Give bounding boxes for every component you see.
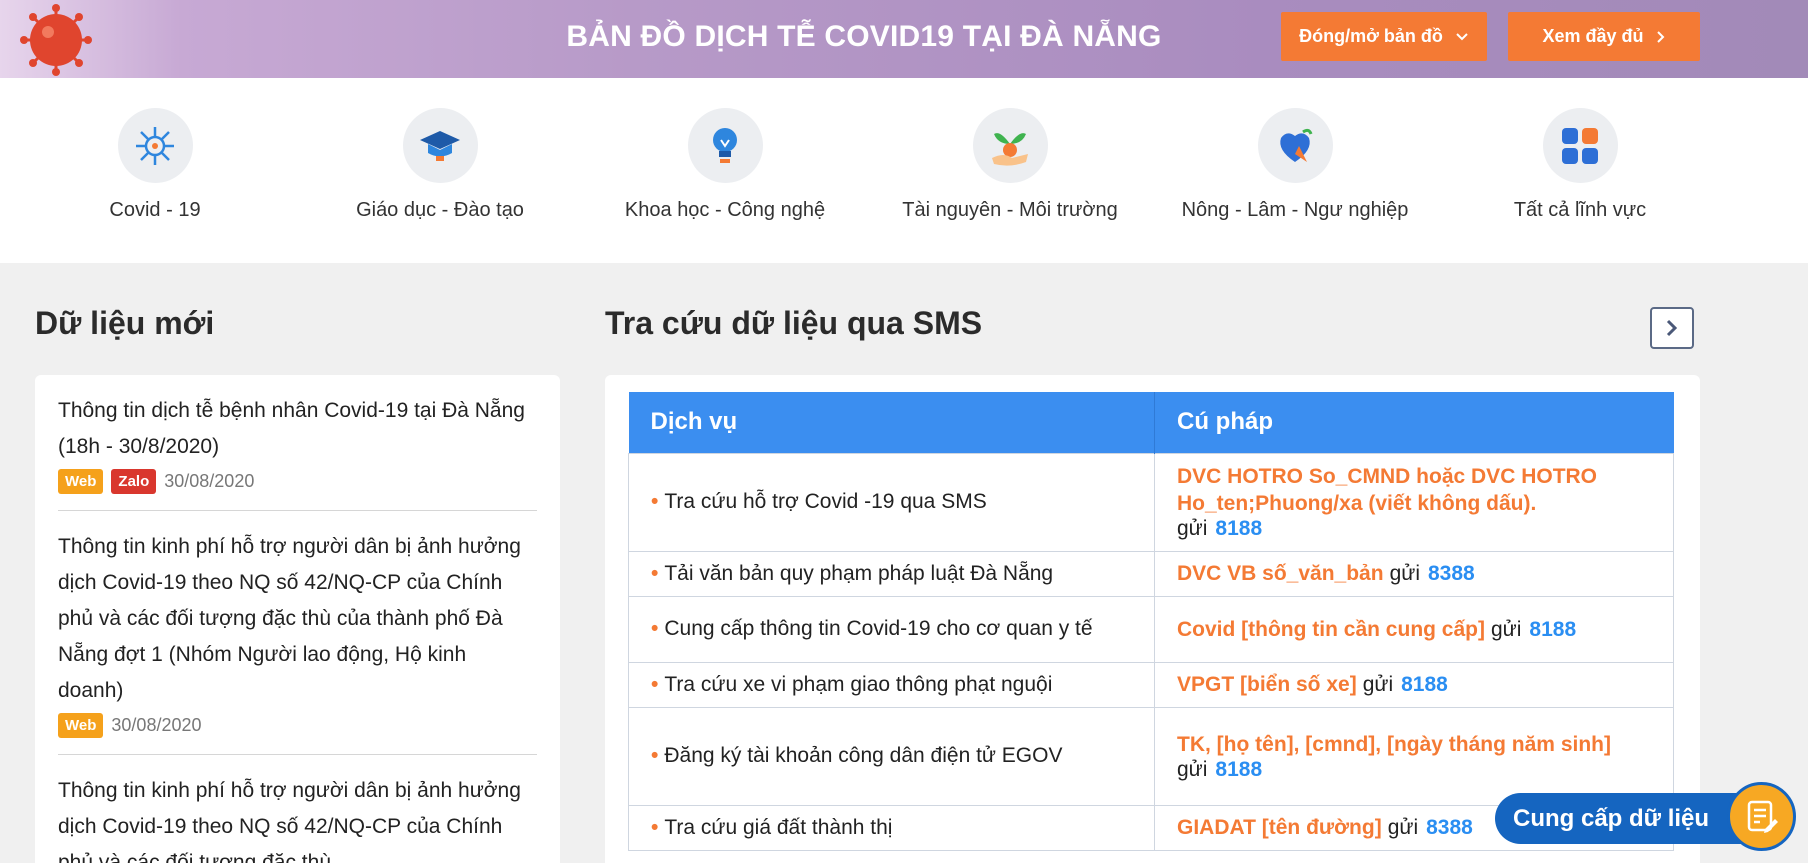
column-header-syntax: Cú pháp [1154, 392, 1674, 453]
column-header-service: Dịch vụ [628, 392, 1155, 453]
syntax-text: GIADAT [tên đường] [1177, 816, 1382, 839]
view-full-label: Xem đầy đủ [1542, 26, 1644, 46]
service-name: Tải văn bản quy phạm pháp luật Đà Nẵng [664, 561, 1054, 585]
news-title[interactable]: Thông tin kinh phí hỗ trợ người dân bị ả… [58, 529, 537, 709]
toggle-map-button[interactable]: Đóng/mở bản đồ [1281, 12, 1487, 61]
category-label: Tài nguyên - Môi trường [902, 199, 1118, 221]
service-name: Tra cứu xe vi phạm giao thông phạt nguội [664, 672, 1053, 696]
plant-hand-icon [972, 108, 1048, 183]
category-covid[interactable]: Covid - 19 [25, 108, 285, 222]
view-full-button[interactable]: Xem đầy đủ [1508, 12, 1700, 61]
news-title[interactable]: Thông tin dịch tễ bệnh nhân Covid-19 tại… [58, 393, 537, 465]
syntax-text: VPGT [biển số xe] [1177, 673, 1357, 696]
bullet-icon: • [651, 815, 659, 839]
list-item[interactable]: Thông tin kinh phí hỗ trợ người dân bị ả… [58, 773, 537, 863]
agriculture-icon [1257, 108, 1333, 183]
sms-table: Dịch vụ Cú pháp • Tra cứu hỗ trợ Covid -1… [628, 392, 1674, 851]
sms-number: 8188 [1215, 517, 1263, 540]
bullet-icon: • [651, 561, 659, 585]
new-data-heading: Dữ liệu mới [35, 305, 215, 341]
category-label: Giáo dục - Đào tạo [356, 199, 524, 221]
category-all[interactable]: Tất cả lĩnh vực [1450, 108, 1710, 222]
syntax-text: DVC HOTRO So_CMND hoặc DVC HOTRO Ho_ten;… [1177, 465, 1598, 515]
send-word: gửi [1389, 562, 1420, 585]
tag-zalo: Zalo [111, 469, 157, 494]
sms-number: 8188 [1401, 673, 1448, 696]
send-word: gửi [1491, 617, 1522, 641]
provide-data-label: Cung cấp dữ liệu [1513, 805, 1710, 832]
sms-heading: Tra cứu dữ liệu qua SMS [605, 305, 983, 341]
virus-icon [117, 108, 193, 183]
category-bar: Covid - 19 Giáo dục - Đào tạo Khoa học -… [0, 78, 1808, 263]
bullet-icon: • [651, 672, 659, 696]
service-name: Cung cấp thông tin Covid-19 cho cơ quan … [664, 617, 1093, 640]
news-date: 30/08/2020 [111, 715, 202, 735]
category-education[interactable]: Giáo dục - Đào tạo [310, 108, 570, 222]
tag-web: Web [58, 469, 104, 494]
table-row: • Tra cứu hỗ trợ Covid -19 qua SMS DVC HO… [628, 452, 1674, 552]
category-label: Nông - Lâm - Ngư nghiệp [1181, 199, 1409, 221]
list-item[interactable]: Thông tin dịch tễ bệnh nhân Covid-19 tại… [58, 393, 537, 511]
table-row: • Đăng ký tài khoản công dân điện tử EGOV… [628, 706, 1674, 806]
category-label: Tất cả lĩnh vực [1513, 199, 1647, 221]
sms-number: 8388 [1427, 562, 1475, 585]
bullet-icon: • [651, 617, 659, 640]
syntax-text: DVC VB số_văn_bản [1177, 562, 1384, 585]
sms-number: 8188 [1215, 757, 1263, 781]
send-word: gửi [1177, 517, 1208, 540]
chevron-right-icon [1666, 319, 1678, 337]
category-label: Covid - 19 [109, 199, 201, 221]
toggle-map-label: Đóng/mở bản đồ [1299, 26, 1443, 46]
chevron-right-icon [1656, 30, 1664, 43]
syntax-text: Covid [thông tin cần cung cấp] [1177, 617, 1485, 641]
bullet-icon: • [651, 490, 659, 513]
send-word: gửi [1387, 816, 1419, 839]
service-name: Tra cứu hỗ trợ Covid -19 qua SMS [664, 490, 987, 513]
category-environment[interactable]: Tài nguyên - Môi trường [880, 108, 1140, 222]
bullet-icon: • [651, 744, 659, 767]
sms-number: 8388 [1426, 816, 1473, 839]
category-science[interactable]: Khoa học - Công nghệ [595, 108, 855, 222]
service-name: Tra cứu giá đất thành thị [664, 815, 893, 839]
sms-number: 8188 [1529, 617, 1577, 641]
send-word: gửi [1177, 757, 1208, 781]
note-edit-icon[interactable] [1727, 782, 1796, 851]
news-title[interactable]: Thông tin kinh phí hỗ trợ người dân bị ả… [58, 773, 537, 863]
service-name: Đăng ký tài khoản công dân điện tử EGOV [664, 744, 1063, 767]
category-label: Khoa học - Công nghệ [624, 199, 826, 221]
table-row: • Tra cứu xe vi phạm giao thông phạt nguộ… [628, 661, 1674, 708]
table-row: • Tải văn bản quy phạm pháp luật Đà Nẵng … [628, 550, 1674, 597]
syntax-text: TK, [họ tên], [cmnd], [ngày tháng năm si… [1177, 732, 1611, 756]
table-row: • Cung cấp thông tin Covid-19 cho cơ quan… [628, 595, 1674, 663]
send-word: gửi [1362, 673, 1394, 696]
lightbulb-icon [687, 108, 763, 183]
top-banner: BẢN ĐỒ DỊCH TỄ COVID19 TẠI ĐÀ NẴNG Đóng/… [0, 0, 1808, 78]
list-item[interactable]: Thông tin kinh phí hỗ trợ người dân bị ả… [58, 529, 537, 755]
news-date: 30/08/2020 [164, 471, 255, 491]
news-list: Thông tin dịch tễ bệnh nhân Covid-19 tại… [35, 375, 560, 863]
sms-lookup-card: Dịch vụ Cú pháp • Tra cứu hỗ trợ Covid -1… [605, 375, 1700, 863]
next-button[interactable] [1650, 307, 1694, 349]
graduation-cap-icon [402, 108, 478, 183]
tag-web: Web [58, 713, 104, 738]
grid-apps-icon [1542, 108, 1618, 183]
category-agriculture[interactable]: Nông - Lâm - Ngư nghiệp [1165, 108, 1425, 222]
chevron-down-icon [1456, 32, 1468, 40]
